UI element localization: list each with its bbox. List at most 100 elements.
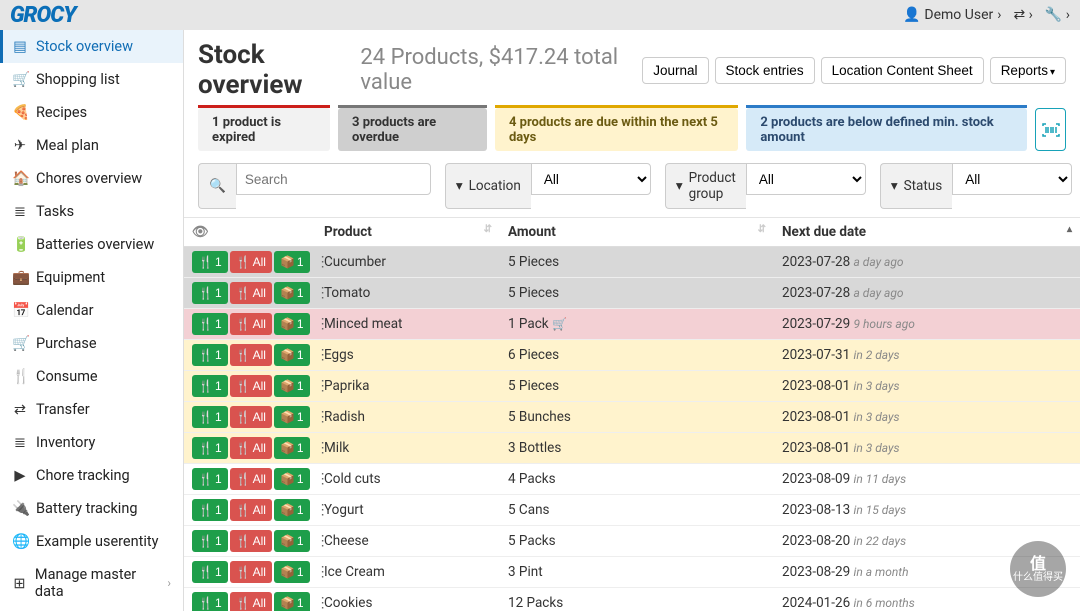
row-actions: 🍴1 🍴All 📦1 ⋮ bbox=[192, 406, 308, 428]
consume-one-button[interactable]: 🍴1 bbox=[192, 375, 228, 397]
wrench-icon[interactable]: 🔧 › bbox=[1045, 7, 1070, 23]
status-pill-blue[interactable]: 2 products are below defined min. stock … bbox=[746, 108, 1027, 151]
col-amount[interactable]: Amount⇵ bbox=[500, 218, 774, 247]
user-menu[interactable]: 👤 Demo User › bbox=[903, 7, 1001, 23]
open-one-button[interactable]: 📦1 bbox=[274, 592, 310, 611]
cell-product[interactable]: Yogurt bbox=[316, 495, 500, 526]
sidebar-item-chores-overview[interactable]: 🏠Chores overview bbox=[0, 162, 183, 195]
sidebar-item-shopping-list[interactable]: 🛒Shopping list bbox=[0, 63, 183, 96]
status-pill-red[interactable]: 1 product is expired bbox=[198, 108, 330, 151]
barcode-scan-button[interactable] bbox=[1035, 108, 1066, 151]
consume-all-button[interactable]: 🍴All bbox=[230, 437, 272, 459]
search-input[interactable] bbox=[236, 163, 431, 195]
open-one-button[interactable]: 📦1 bbox=[274, 468, 310, 490]
sidebar-item-calendar[interactable]: 📅Calendar bbox=[0, 294, 183, 327]
filter-group-label: Product group bbox=[689, 170, 736, 202]
consume-all-button[interactable]: 🍴All bbox=[230, 561, 272, 583]
cell-product[interactable]: Ice Cream bbox=[316, 557, 500, 588]
open-one-button[interactable]: 📦1 bbox=[274, 406, 310, 428]
stock-table: 👁 Product⇵ Amount⇵ Next due date▴ 🍴1 🍴Al… bbox=[184, 218, 1080, 611]
cart-icon: 🛒 bbox=[552, 317, 567, 331]
cell-product[interactable]: Minced meat bbox=[316, 309, 500, 340]
table-row: 🍴1 🍴All 📦1 ⋮ Paprika 5 Pieces 2023-08-01… bbox=[184, 371, 1080, 402]
sidebar-item-chore-tracking[interactable]: ▶Chore tracking bbox=[0, 459, 183, 492]
consume-one-button[interactable]: 🍴1 bbox=[192, 313, 228, 335]
consume-one-button[interactable]: 🍴1 bbox=[192, 530, 228, 552]
sidebar-item-purchase[interactable]: 🛒Purchase bbox=[0, 327, 183, 360]
consume-all-button[interactable]: 🍴All bbox=[230, 468, 272, 490]
filter-location: ▾Location All bbox=[445, 163, 651, 209]
consume-one-button[interactable]: 🍴1 bbox=[192, 499, 228, 521]
sidebar-item-label: Chores overview bbox=[36, 170, 142, 187]
sidebar-item-label: Calendar bbox=[36, 302, 94, 319]
cell-due: 2023-07-28 a day ago bbox=[774, 247, 1080, 278]
status-pill-gray[interactable]: 3 products are overdue bbox=[338, 108, 487, 151]
cell-product[interactable]: Milk bbox=[316, 433, 500, 464]
filter-group-select[interactable]: All bbox=[746, 163, 866, 195]
sidebar-item-inventory[interactable]: ≣Inventory bbox=[0, 426, 183, 459]
sidebar-item-battery-tracking[interactable]: 🔌Battery tracking bbox=[0, 492, 183, 525]
cell-product[interactable]: Cheese bbox=[316, 526, 500, 557]
consume-one-button[interactable]: 🍴1 bbox=[192, 406, 228, 428]
consume-all-button[interactable]: 🍴All bbox=[230, 499, 272, 521]
cell-product[interactable]: Cookies bbox=[316, 588, 500, 611]
open-one-button[interactable]: 📦1 bbox=[274, 313, 310, 335]
sidebar-item-batteries-overview[interactable]: 🔋Batteries overview bbox=[0, 228, 183, 261]
cell-due: 2023-08-01 in 3 days bbox=[774, 371, 1080, 402]
sidebar-item-manage-master-data[interactable]: ⊞Manage master data› bbox=[0, 558, 183, 608]
sidebar-item-recipes[interactable]: 🍕Recipes bbox=[0, 96, 183, 129]
table-wrap[interactable]: 👁 Product⇵ Amount⇵ Next due date▴ 🍴1 🍴Al… bbox=[184, 217, 1080, 611]
consume-all-button[interactable]: 🍴All bbox=[230, 251, 272, 273]
consume-all-button[interactable]: 🍴All bbox=[230, 592, 272, 611]
cell-product[interactable]: Tomato bbox=[316, 278, 500, 309]
consume-all-button[interactable]: 🍴All bbox=[230, 406, 272, 428]
open-one-button[interactable]: 📦1 bbox=[274, 375, 310, 397]
consume-all-button[interactable]: 🍴All bbox=[230, 530, 272, 552]
consume-one-button[interactable]: 🍴1 bbox=[192, 437, 228, 459]
consume-all-button[interactable]: 🍴All bbox=[230, 313, 272, 335]
open-one-button[interactable]: 📦1 bbox=[274, 282, 310, 304]
consume-one-button[interactable]: 🍴1 bbox=[192, 282, 228, 304]
brand-logo[interactable]: GROCY bbox=[10, 3, 76, 28]
open-one-button[interactable]: 📦1 bbox=[274, 499, 310, 521]
consume-all-button[interactable]: 🍴All bbox=[230, 282, 272, 304]
cell-due: 2023-08-01 in 3 days bbox=[774, 433, 1080, 464]
consume-one-button[interactable]: 🍴1 bbox=[192, 592, 228, 611]
consume-one-button[interactable]: 🍴1 bbox=[192, 344, 228, 366]
cell-product[interactable]: Eggs bbox=[316, 340, 500, 371]
open-one-button[interactable]: 📦1 bbox=[274, 530, 310, 552]
cell-product[interactable]: Cold cuts bbox=[316, 464, 500, 495]
consume-all-button[interactable]: 🍴All bbox=[230, 344, 272, 366]
consume-one-button[interactable]: 🍴1 bbox=[192, 468, 228, 490]
open-one-button[interactable]: 📦1 bbox=[274, 561, 310, 583]
sidebar-item-consume[interactable]: 🍴Consume bbox=[0, 360, 183, 393]
open-one-button[interactable]: 📦1 bbox=[274, 437, 310, 459]
open-one-button[interactable]: 📦1 bbox=[274, 344, 310, 366]
settings-sliders-icon[interactable]: ⇄ › bbox=[1013, 7, 1032, 23]
stock-entries-button[interactable]: Stock entries bbox=[715, 57, 815, 84]
status-pill-yellow[interactable]: 4 products are due within the next 5 day… bbox=[495, 108, 738, 151]
sidebar-item-meal-plan[interactable]: ✈Meal plan bbox=[0, 129, 183, 162]
col-due[interactable]: Next due date▴ bbox=[774, 218, 1080, 247]
open-one-button[interactable]: 📦1 bbox=[274, 251, 310, 273]
row-actions: 🍴1 🍴All 📦1 ⋮ bbox=[192, 468, 308, 490]
consume-all-button[interactable]: 🍴All bbox=[230, 375, 272, 397]
sidebar-item-transfer[interactable]: ⇄Transfer bbox=[0, 393, 183, 426]
user-icon: 👤 bbox=[903, 7, 920, 23]
eye-icon[interactable]: 👁 bbox=[192, 224, 209, 240]
consume-one-button[interactable]: 🍴1 bbox=[192, 251, 228, 273]
sidebar-item-tasks[interactable]: ≣Tasks bbox=[0, 195, 183, 228]
consume-one-button[interactable]: 🍴1 bbox=[192, 561, 228, 583]
reports-button[interactable]: Reports bbox=[990, 57, 1066, 84]
sidebar-item-equipment[interactable]: 💼Equipment bbox=[0, 261, 183, 294]
filter-location-select[interactable]: All bbox=[531, 163, 651, 195]
sidebar-item-stock-overview[interactable]: ▤Stock overview bbox=[0, 30, 183, 63]
cell-product[interactable]: Cucumber bbox=[316, 247, 500, 278]
cell-product[interactable]: Radish bbox=[316, 402, 500, 433]
col-product[interactable]: Product⇵ bbox=[316, 218, 500, 247]
journal-button[interactable]: Journal bbox=[642, 57, 708, 84]
sidebar-item-example-userentity[interactable]: 🌐Example userentity bbox=[0, 525, 183, 558]
location-content-sheet-button[interactable]: Location Content Sheet bbox=[821, 57, 984, 84]
cell-product[interactable]: Paprika bbox=[316, 371, 500, 402]
filter-status-select[interactable]: All bbox=[952, 163, 1072, 195]
